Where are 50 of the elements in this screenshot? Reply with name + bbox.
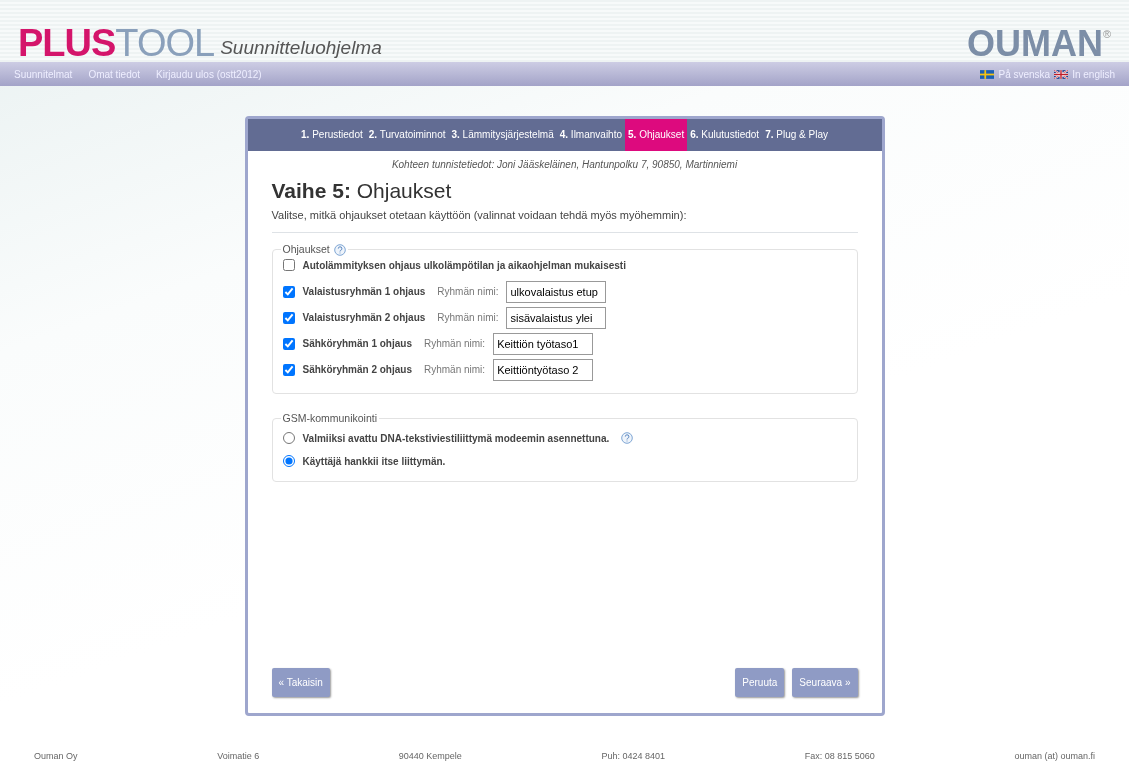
step-tab[interactable]: 2. Turvatoiminnot xyxy=(365,119,449,151)
control-label: Sähköryhmän 1 ohjaus xyxy=(302,337,412,352)
step-tab[interactable]: 4. Ilmanvaihto xyxy=(556,119,625,151)
option-label: Käyttäjä hankkii itse liittymän. xyxy=(302,454,446,469)
control-label: Valaistusryhmän 2 ohjaus xyxy=(302,311,426,326)
option-label: Valmiiksi avattu DNA-tekstiviestiliittymä modeemin asennettuna. xyxy=(302,431,610,446)
footer-text: 90440 Kempele xyxy=(398,750,462,763)
group-name-field[interactable]: sisävalaistus ylei xyxy=(506,306,607,329)
footer-text: ouman (at) ouman.fi xyxy=(1014,750,1095,763)
page-heading: Vaihe 5: Ohjaukset xyxy=(271,178,453,204)
next-button[interactable]: Seuraava » xyxy=(792,668,858,697)
group-name-field[interactable]: Keittiön työtaso1 xyxy=(493,332,594,355)
footer-text: Ouman Oy xyxy=(34,750,78,763)
group-name-label: Ryhmän nimi: xyxy=(424,337,486,352)
logo-text: TOOL xyxy=(115,24,215,62)
brand-logo: OUMAN xyxy=(966,26,1103,62)
radio-button[interactable] xyxy=(282,432,295,445)
group-name-label: Ryhmän nimi: xyxy=(437,285,499,300)
footer-text: Voimatie 6 xyxy=(217,750,260,763)
checkbox[interactable] xyxy=(282,259,295,272)
help-icon[interactable] xyxy=(333,243,346,256)
logo-text: PLUS xyxy=(18,24,116,62)
group-name-field[interactable]: Keittiöntyötaso 2 xyxy=(493,358,594,381)
step-tab[interactable]: 3. Lämmitysjärjestelmä xyxy=(448,119,557,151)
section-legend: Ohjaukset xyxy=(282,241,330,258)
step-tab[interactable]: 1. Perustiedot xyxy=(298,119,366,151)
help-icon[interactable] xyxy=(621,432,634,445)
group-name-label: Ryhmän nimi: xyxy=(424,363,486,378)
checkbox[interactable] xyxy=(282,311,295,324)
site-info-text: Kohteen tunnistetiedot: Joni Jääskeläinen, Hantunpolku 7, 90850, Martinniemi xyxy=(390,158,739,172)
footer-text: Puh: 0424 8401 xyxy=(601,750,666,763)
cancel-button[interactable]: Peruuta xyxy=(735,668,785,697)
control-label: Autolämmityksen ohjaus ulkolämpötilan ja aikaohjelman mukaisesti xyxy=(302,258,626,273)
intro-text: Valitse, mitkä ohjaukset otetaan käyttöön (valinnat voidaan tehdä myös myöhemmin): xyxy=(271,207,858,233)
trademark-sign: ® xyxy=(1102,27,1111,40)
footer-text: Fax: 08 815 5060 xyxy=(804,750,875,763)
step-tab[interactable]: 6. Kulutustiedot xyxy=(687,119,763,151)
control-label: Valaistusryhmän 1 ohjaus xyxy=(302,285,426,300)
section-legend: GSM-kommunikointi xyxy=(282,411,378,424)
control-label: Sähköryhmän 2 ohjaus xyxy=(302,363,412,378)
checkbox[interactable] xyxy=(282,363,295,376)
checkbox[interactable] xyxy=(282,337,295,350)
group-name-label: Ryhmän nimi: xyxy=(437,311,499,326)
group-name-field[interactable]: ulkovalaistus etup xyxy=(506,280,607,303)
back-button[interactable]: « Takaisin xyxy=(271,668,330,697)
checkbox[interactable] xyxy=(282,285,295,298)
radio-button[interactable] xyxy=(282,455,295,468)
logo-subtitle: Suunnitteluohjelma xyxy=(220,35,382,60)
step-tab[interactable]: 5. Ohjaukset xyxy=(625,119,688,151)
step-tab[interactable]: 7. Plug & Play xyxy=(762,119,831,151)
